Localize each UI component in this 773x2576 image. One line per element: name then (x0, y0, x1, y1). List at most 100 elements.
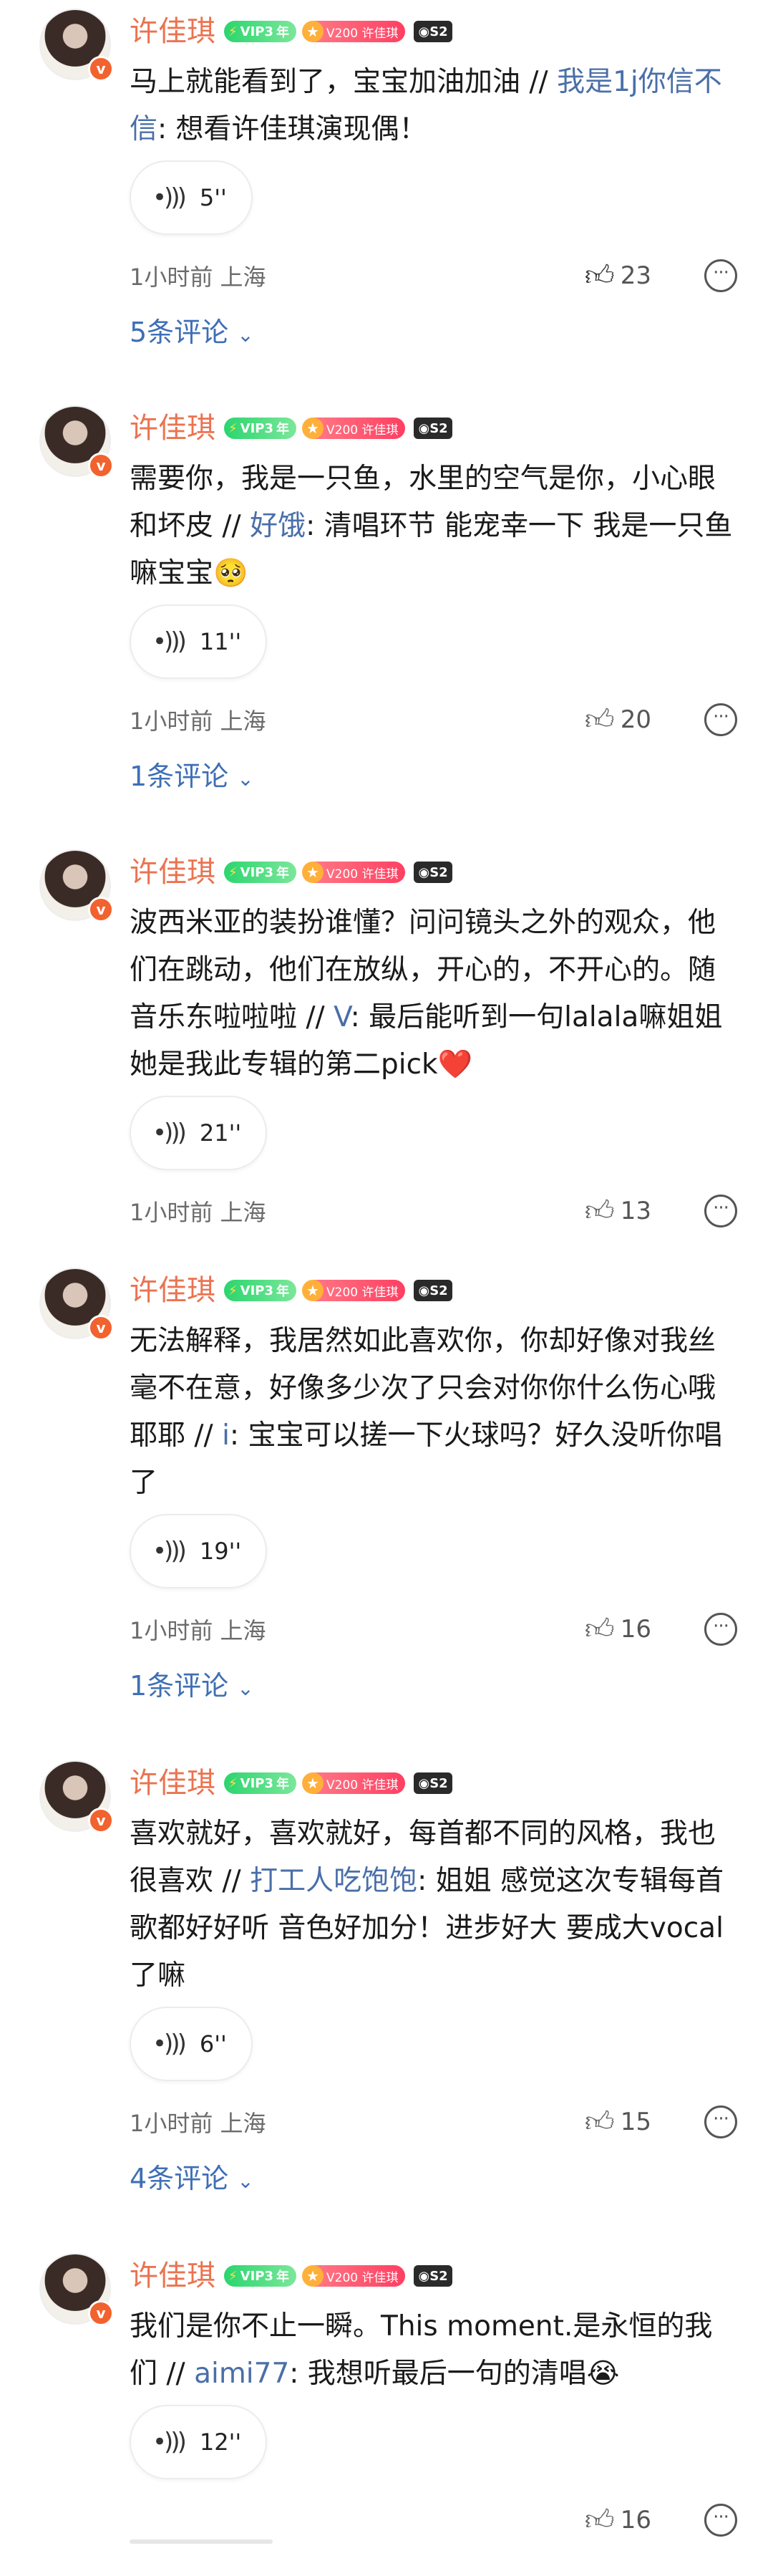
svip-badge: ◉ S2 (414, 418, 452, 439)
comment-header: 许佳琪 ⚡ VIP3 年 ★ V200 许佳琪 ◉ S2 (130, 1268, 737, 1313)
fan-badge: ★ V200 许佳琪 (302, 1772, 406, 1794)
voice-duration: 21'' (199, 1119, 242, 1147)
comment-header: 许佳琪 ⚡ VIP3 年 ★ V200 许佳琪 ◉ S2 (130, 1760, 737, 1806)
sound-wave-icon: •))) (152, 627, 187, 656)
more-options-icon[interactable]: ··· (704, 2504, 737, 2537)
chevron-down-icon: ⌄ (237, 767, 254, 791)
lightning-icon: ⚡ (228, 420, 238, 436)
voice-message-button[interactable]: •))) 19'' (130, 1514, 268, 1588)
comment-meta: 1小时前 上海 👍︎ 13 ··· (130, 1179, 737, 1243)
mention-link[interactable]: aimi77 (194, 2358, 289, 2390)
comment-header: 许佳琪 ⚡ VIP3 年 ★ V200 许佳琪 ◉ S2 (130, 9, 737, 54)
mention-link[interactable]: 打工人吃饱饱 (250, 1865, 417, 1897)
like-button[interactable]: 👍︎ 15 (585, 2105, 651, 2139)
star-icon: ★ (302, 862, 324, 883)
svip-badge: ◉ S2 (414, 1280, 452, 1301)
mention-link[interactable]: 好饿 (250, 510, 306, 542)
star-icon: ★ (302, 2265, 324, 2287)
mention-link[interactable]: V (334, 1001, 351, 1033)
more-options-icon[interactable]: ··· (704, 259, 737, 292)
vip-badge: ⚡ VIP3 年 (224, 2265, 296, 2287)
thumbs-up-icon: 👍︎ (584, 703, 615, 736)
fan-badge: ★ V200 许佳琪 (302, 1280, 406, 1301)
time-location: 1小时前 上海 (130, 1617, 266, 1644)
comment-text: 马上就能看到了，宝宝加油加油 // 我是1j你信不信: 想看许佳琪演现偶！ (130, 66, 722, 145)
svip-badge: ◉ S2 (414, 1772, 452, 1794)
like-button[interactable]: 👍︎ 13 (585, 1194, 651, 1228)
voice-message-button[interactable]: •))) 12'' (130, 2405, 268, 2479)
voice-message-button[interactable]: •))) 11'' (130, 604, 268, 679)
fan-badge: ★ V200 许佳琪 (302, 862, 406, 883)
lightning-icon: ⚡ (228, 24, 238, 39)
like-button[interactable]: 👍︎ 16 (585, 2503, 651, 2537)
avatar[interactable]: v (39, 9, 114, 82)
mention-link[interactable]: i (222, 1419, 230, 1452)
avatar[interactable]: v (39, 849, 114, 922)
comment-meta: 1小时前 上海 👍︎ 20 ··· (130, 688, 737, 752)
thumbs-up-icon: 👍︎ (584, 1195, 615, 1227)
voice-duration: 12'' (199, 2428, 242, 2456)
chevron-down-icon: ⌄ (237, 1677, 254, 1700)
more-options-icon[interactable]: ··· (704, 1195, 737, 1227)
voice-message-button[interactable]: •))) 5'' (130, 160, 253, 235)
username[interactable]: 许佳琪 (130, 1268, 215, 1313)
comment-item: v 许佳琪 ⚡ VIP3 年 ★ V200 许佳琪 ◉ S2 无法解释，我居然如此喜欢你… (0, 1268, 773, 1707)
thumbs-up-icon: 👍︎ (584, 2105, 615, 2138)
username[interactable]: 许佳琪 (130, 2253, 215, 2299)
more-options-icon[interactable]: ··· (704, 703, 737, 736)
vip-badge: ⚡ VIP3 年 (224, 1772, 296, 1794)
chevron-down-icon: ⌄ (237, 2169, 254, 2193)
sound-wave-icon: •))) (152, 183, 187, 212)
avatar[interactable]: v (39, 1760, 114, 1833)
chevron-down-icon: ⌄ (237, 323, 254, 347)
voice-message-button[interactable]: •))) 6'' (130, 2007, 253, 2081)
comment-text: 喜欢就好，喜欢就好，每首都不同的风格，我也很喜欢 // 打工人吃饱饱: 姐姐 感… (130, 1818, 724, 1992)
username[interactable]: 许佳琪 (130, 1760, 215, 1806)
svip-badge: ◉ S2 (414, 862, 452, 883)
lightning-icon: ⚡ (228, 864, 238, 880)
loading-placeholder (130, 2539, 273, 2544)
view-replies-link[interactable]: 4条评论 ⌄ (130, 2157, 737, 2200)
voice-message-button[interactable]: •))) 21'' (130, 1096, 268, 1170)
star-icon: ★ (302, 418, 324, 439)
view-replies-link[interactable]: 1条评论 ⌄ (130, 1664, 737, 1707)
vip-badge: ⚡ VIP3 年 (224, 1280, 296, 1301)
comment-text: 我们是你不止一瞬。This moment.是永恒的我们 // aimi77: 我… (130, 2310, 713, 2390)
comment-item: v 许佳琪 ⚡ VIP3 年 ★ V200 许佳琪 ◉ S2 喜欢就好，喜欢就好，每首都… (0, 1760, 773, 2200)
view-replies-link[interactable]: 1条评论 ⌄ (130, 755, 737, 798)
like-button[interactable]: 👍︎ 16 (585, 1612, 651, 1646)
star-icon: ★ (302, 21, 324, 42)
lightning-icon: ⚡ (228, 2268, 238, 2284)
more-options-icon[interactable]: ··· (704, 1613, 737, 1646)
verified-badge-icon: v (88, 1315, 114, 1341)
lightning-icon: ⚡ (228, 1775, 238, 1791)
voice-duration: 5'' (199, 184, 227, 211)
like-button[interactable]: 👍︎ 20 (585, 703, 651, 737)
avatar[interactable]: v (39, 1268, 114, 1341)
comment-item: v 许佳琪 ⚡ VIP3 年 ★ V200 许佳琪 ◉ S2 需要你，我是一只鱼，水里的… (0, 405, 773, 798)
lightning-icon: ⚡ (228, 1283, 238, 1298)
time-location: 1小时前 上海 (130, 1199, 266, 1226)
username[interactable]: 许佳琪 (130, 9, 215, 54)
avatar[interactable]: v (39, 2253, 114, 2326)
username[interactable]: 许佳琪 (130, 849, 215, 895)
svip-badge: ◉ S2 (414, 2265, 452, 2287)
like-count: 15 (620, 2108, 651, 2136)
sound-wave-icon: •))) (152, 1537, 187, 1566)
comment-header: 许佳琪 ⚡ VIP3 年 ★ V200 许佳琪 ◉ S2 (130, 2253, 737, 2299)
like-button[interactable]: 👍︎ 23 (585, 259, 651, 293)
username[interactable]: 许佳琪 (130, 405, 215, 451)
voice-duration: 6'' (199, 2030, 227, 2058)
avatar[interactable]: v (39, 405, 114, 478)
comment-meta: 1小时前 上海 👍︎ 16 ··· (130, 1597, 737, 1661)
verified-badge-icon: v (88, 453, 114, 478)
fan-badge: ★ V200 许佳琪 (302, 21, 406, 42)
like-count: 16 (620, 1615, 651, 1644)
view-replies-link[interactable]: 5条评论 ⌄ (130, 311, 737, 354)
verified-badge-icon: v (88, 1808, 114, 1833)
more-options-icon[interactable]: ··· (704, 2105, 737, 2138)
voice-duration: 19'' (199, 1538, 242, 1565)
verified-badge-icon: v (88, 56, 114, 82)
vip-badge: ⚡ VIP3 年 (224, 21, 296, 42)
star-icon: ★ (302, 1280, 324, 1301)
